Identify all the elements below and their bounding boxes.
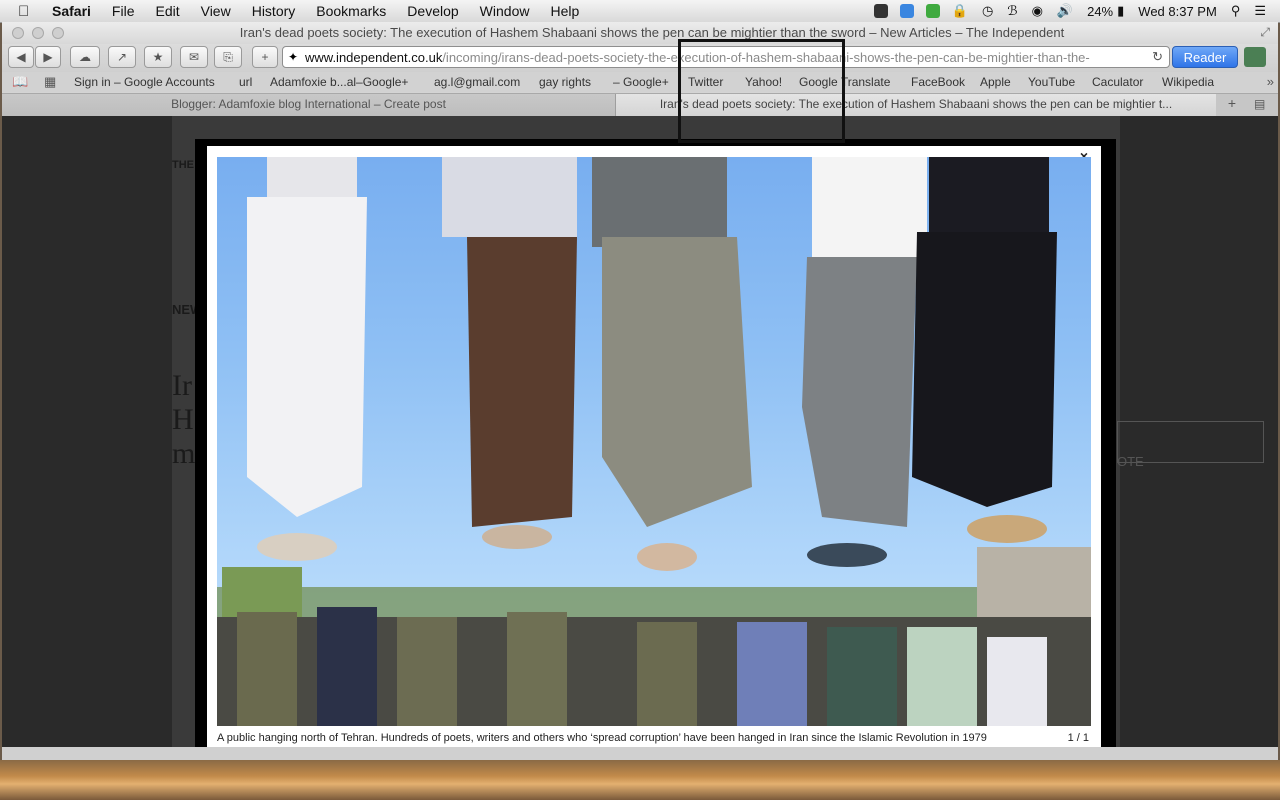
icloud-tabs-button[interactable]: ☁ [70,46,100,68]
apple-menu-icon[interactable]:  [18,3,36,20]
menu-edit[interactable]: Edit [155,3,179,19]
reader-button[interactable]: Reader [1172,46,1238,68]
bookmark-item[interactable]: – Google+ [613,75,669,89]
menu-help[interactable]: Help [550,3,579,19]
menu-view[interactable]: View [201,3,231,19]
bookmark-item[interactable]: url [239,75,252,89]
menu-safari[interactable]: Safari [52,3,91,19]
add-bookmark-button[interactable]: ★ [144,46,172,68]
zoom-window-button[interactable] [52,27,64,39]
window-title: Iran's dead poets society: The execution… [239,25,1065,40]
new-tab-button[interactable]: + [252,46,278,68]
headline-fragment-3: m [172,437,196,470]
more-bookmarks-icon[interactable]: » [1267,74,1274,89]
headline-fragment-2: H [172,403,194,436]
lightbox-frame: × A public hanging north of Tehran. Hund… [207,146,1101,747]
title-bar: Iran's dead poets society: The execution… [2,22,1278,44]
forward-arrow-icon: ▶ [43,50,53,64]
tab-overview-icon[interactable]: ▤ [1254,97,1265,111]
bookmark-item[interactable]: Apple [980,75,1011,89]
share-button[interactable]: ↗ [108,46,136,68]
independent-favicon-icon: ✦ [288,50,299,64]
bookmark-item[interactable]: ag.l@gmail.com [434,75,520,89]
bookmark-item[interactable]: Sign in – Google Accounts [74,75,215,89]
bookmark-item[interactable]: Adamfoxie b...al–Google+ [270,75,408,89]
photo-caption: A public hanging north of Tehran. Hundre… [217,732,987,744]
menu-file[interactable]: File [112,3,135,19]
menu-develop[interactable]: Develop [407,3,458,19]
evernote-icon[interactable] [873,4,888,18]
close-window-button[interactable] [12,27,24,39]
tab-bar: Blogger: Adamfoxie blog International – … [2,93,1278,117]
bluetooth-icon[interactable]: ℬ [1007,3,1017,19]
extension-button[interactable]: ⎘ [214,46,242,68]
back-arrow-icon: ◀ [16,50,26,64]
page-content: THE NEW Ir H m OTE × A public hanging no… [2,116,1278,747]
notification-center-icon[interactable]: ☰ [1254,3,1266,19]
clock[interactable]: Wed 8:37 PM [1138,4,1217,19]
annotation-highlight-box [678,39,845,143]
bookmark-item[interactable]: YouTube [1028,75,1075,89]
time-machine-icon[interactable]: ◷ [982,3,993,19]
battery-icon[interactable]: ▮ [1117,3,1124,19]
photo-counter: 1 / 1 [1067,732,1089,744]
bookmark-item[interactable]: FaceBook [911,75,965,89]
back-button[interactable]: ◀ [8,46,34,68]
photo-illustration [217,157,1091,726]
top-sites-grid-icon[interactable]: ▦ [44,74,56,90]
plus-icon: + [261,50,269,64]
bookmark-item[interactable]: Wikipedia [1162,75,1214,89]
volume-icon[interactable]: 🔊 [1057,3,1073,19]
menu-history[interactable]: History [252,3,296,19]
status-bar [2,747,1278,760]
sidebar-text-fragment: OTE [1117,454,1144,469]
reading-list-icon[interactable]: 📖 [12,74,28,90]
mail-icon: ✉ [188,50,200,64]
headline-fragment-1: Ir [172,369,192,402]
reload-icon[interactable]: ↻ [1152,49,1163,65]
browser-window: Iran's dead poets society: The execution… [2,22,1278,760]
bookmarks-bar: 📖 ▦ Sign in – Google Accounts url Adamfo… [2,72,1278,92]
wifi-icon[interactable]: ◉ [1032,3,1043,19]
lock-icon[interactable]: 🔒 [952,3,968,19]
bookmark-item[interactable]: gay rights [539,75,591,89]
menu-window[interactable]: Window [480,3,530,19]
growl-icon[interactable] [925,4,940,18]
dropbox-icon[interactable] [899,4,914,18]
image-lightbox: × A public hanging north of Tehran. Hund… [195,139,1116,747]
bookmark-item[interactable]: Caculator [1092,75,1143,89]
tab-blogger[interactable]: Blogger: Adamfoxie blog International – … [2,94,616,116]
battery-percent[interactable]: 24% [1087,4,1113,19]
share-icon: ↗ [116,50,128,64]
spotlight-search-icon[interactable]: ⚲ [1231,3,1241,19]
bookmark-icon: ★ [152,50,164,64]
forward-button[interactable]: ▶ [35,46,61,68]
new-tab-plus-icon[interactable]: + [1220,95,1244,114]
cloud-icon: ☁ [79,50,91,64]
toolbar: ◀ ▶ ☁ ↗ ★ ✉ ⎘ + ✦ www.independent.co.uk /… [2,44,1278,72]
menu-bookmarks[interactable]: Bookmarks [316,3,386,19]
masthead-fragment: THE [172,159,194,171]
stamp-icon: ⎘ [223,49,233,64]
minimize-window-button[interactable] [32,27,44,39]
evernote-extension-icon[interactable] [1244,47,1266,67]
article-photo [217,157,1091,726]
menu-bar:  Safari File Edit View History Bookmark… [0,0,1280,23]
fullscreen-icon[interactable]: ⤢ [1260,25,1270,40]
url-host: www.independent.co.uk [305,49,443,65]
mail-button[interactable]: ✉ [180,46,208,68]
desktop-wallpaper [0,760,1280,800]
